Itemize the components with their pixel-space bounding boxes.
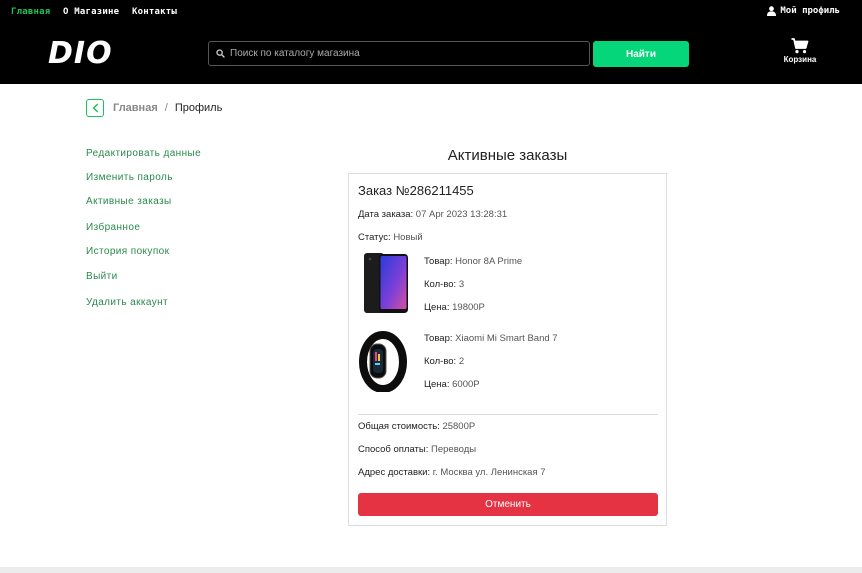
price-value: 19800Р [452, 302, 485, 313]
page-title: Активные заказы [447, 147, 568, 164]
payment-method-value: Переводы [431, 444, 477, 455]
price-label: Цена: [424, 302, 450, 313]
qty-value: 2 [458, 356, 465, 367]
user-icon [767, 6, 777, 16]
search-icon [216, 49, 225, 58]
order-status-value: Новый [393, 232, 423, 243]
cart-label: Корзина [783, 55, 817, 64]
product-label: Товар: [424, 256, 453, 267]
order-status-label: Статус: [358, 232, 391, 243]
delivery-address-label: Адрес доставки: [358, 467, 431, 478]
price-value: 6000Р [452, 379, 480, 390]
product-price-row: Цена: 19800Р [424, 302, 485, 313]
sidebar-item-change-password[interactable]: Изменить пароль [86, 172, 173, 183]
breadcrumb: Главная / Профиль [113, 102, 222, 114]
sidebar-item-edit-data[interactable]: Редактировать данные [86, 148, 201, 159]
cart-icon [791, 38, 809, 54]
search-input[interactable] [230, 48, 570, 59]
qty-label: Кол-во: [424, 356, 457, 367]
breadcrumb-current: Профиль [174, 102, 223, 114]
order-card: Заказ №286211455 Дата заказа: 07 Apr 202… [348, 173, 667, 526]
qty-label: Кол-во: [424, 279, 457, 290]
logo[interactable]: DIO [48, 36, 113, 71]
order-total-row: Общая стоимость: 25800Р [358, 421, 475, 432]
payment-method-row: Способ оплаты: Переводы [358, 444, 476, 455]
main-header: DIO Найти Корзина [0, 24, 862, 84]
product-image-phone [359, 252, 413, 314]
order-date-row: Дата заказа: 07 Apr 2023 13:28:31 [358, 209, 507, 220]
search-button[interactable]: Найти [593, 41, 689, 67]
breadcrumb-home[interactable]: Главная [113, 102, 158, 114]
sidebar-item-active-orders[interactable]: Активные заказы [86, 196, 172, 207]
topnav-contacts-link[interactable]: Контакты [132, 7, 177, 17]
search-box[interactable] [208, 41, 590, 66]
cart-link[interactable]: Корзина [782, 38, 818, 64]
sidebar-item-favorites[interactable]: Избранное [86, 222, 140, 233]
cancel-order-button[interactable]: Отменить [358, 493, 658, 516]
topnav-about-link[interactable]: О Магазине [63, 7, 119, 17]
product-name-row: Товар: Honor 8A Prime [424, 256, 522, 267]
product-qty-row: Кол-во: 2 [424, 356, 464, 367]
delivery-address-value: г. Москва ул. Ленинская 7 [432, 467, 546, 478]
topnav-home-link[interactable]: Главная [11, 7, 50, 17]
price-label: Цена: [424, 379, 450, 390]
sidebar-item-logout[interactable]: Выйти [86, 271, 118, 282]
top-bar: Главная О Магазине Контакты Мой профиль [0, 0, 862, 24]
product-label: Товар: [424, 333, 453, 344]
product-qty-row: Кол-во: 3 [424, 279, 464, 290]
breadcrumb-separator: / [164, 102, 168, 114]
delivery-address-row: Адрес доставки: г. Москва ул. Ленинская … [358, 467, 546, 478]
product-name-link[interactable]: Honor 8A Prime [455, 256, 522, 267]
profile-link[interactable]: Мой профиль [767, 6, 840, 16]
qty-value: 3 [458, 279, 465, 290]
chevron-left-icon [92, 103, 98, 113]
product-image-band [359, 330, 413, 393]
product-name-link[interactable]: Xiaomi Mi Smart Band 7 [455, 333, 557, 344]
order-total-value: 25800Р [442, 421, 476, 432]
back-button[interactable] [86, 99, 104, 117]
sidebar-item-delete-account[interactable]: Удалить аккаунт [86, 297, 168, 308]
order-number: Заказ №286211455 [358, 183, 474, 198]
product-price-row: Цена: 6000Р [424, 379, 480, 390]
profile-label: Мой профиль [780, 6, 840, 16]
payment-method-label: Способ оплаты: [358, 444, 429, 455]
footer-strip [0, 567, 862, 573]
sidebar-item-purchase-history[interactable]: История покупок [86, 246, 169, 257]
order-status-row: Статус: Новый [358, 232, 423, 243]
order-total-label: Общая стоимость: [358, 421, 440, 432]
order-date-label: Дата заказа: [358, 209, 414, 220]
order-divider [358, 414, 658, 415]
order-date-value: 07 Apr 2023 13:28:31 [415, 209, 508, 220]
product-name-row: Товар: Xiaomi Mi Smart Band 7 [424, 333, 558, 344]
